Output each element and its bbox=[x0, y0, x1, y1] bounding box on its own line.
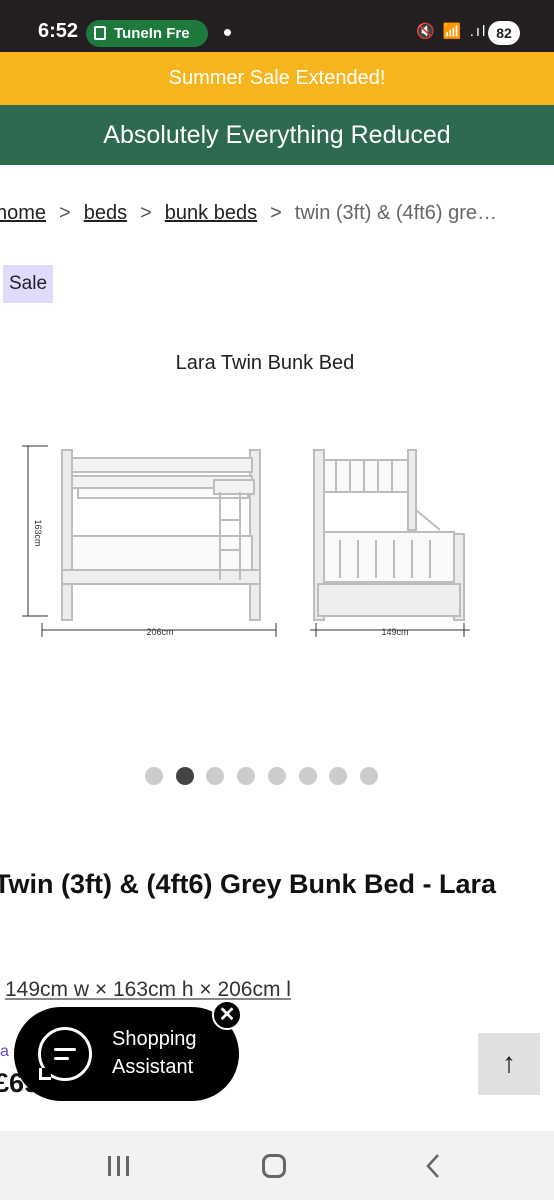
close-assistant-button[interactable]: ✕ bbox=[212, 1000, 242, 1030]
breadcrumb-beds[interactable]: beds bbox=[84, 202, 127, 224]
breadcrumb-separator: > bbox=[140, 202, 152, 224]
sale-badge: Sale bbox=[3, 265, 53, 303]
reduced-banner[interactable]: Absolutely Everything Reduced bbox=[0, 105, 554, 165]
carousel-dot[interactable] bbox=[237, 767, 256, 785]
back-icon[interactable] bbox=[424, 1153, 444, 1179]
carousel-dot[interactable] bbox=[175, 767, 194, 785]
breadcrumb-home[interactable]: home bbox=[0, 202, 46, 224]
width-label: 149cm bbox=[381, 627, 408, 637]
shopping-assistant-button[interactable]: Shopping Assistant bbox=[14, 1007, 239, 1101]
home-icon[interactable] bbox=[262, 1154, 286, 1178]
price-label: a bbox=[0, 1043, 9, 1060]
breadcrumb-current: twin (3ft) & (4ft6) gre… bbox=[294, 202, 498, 224]
recent-apps-icon[interactable] bbox=[108, 1156, 130, 1176]
scroll-to-top-button[interactable]: ↑ bbox=[478, 1033, 540, 1095]
product-image[interactable]: 163cm 206cm 149cm bbox=[0, 420, 554, 650]
status-bar: 6:52 TuneIn Fre 🔇 📶 .ıl 82 bbox=[0, 0, 554, 52]
assistant-label-line2: Assistant bbox=[112, 1056, 194, 1078]
notification-dot bbox=[224, 29, 231, 36]
assistant-label-line1: Shopping bbox=[112, 1028, 197, 1050]
sale-banner[interactable]: Summer Sale Extended! bbox=[0, 52, 554, 105]
status-time: 6:52 bbox=[38, 20, 79, 42]
breadcrumb: home > beds > bunk beds > twin (3ft) & (4ft6) … bbox=[0, 202, 550, 225]
battery-indicator: 82 bbox=[488, 21, 520, 45]
carousel-dot[interactable] bbox=[267, 767, 286, 785]
breadcrumb-separator: > bbox=[270, 202, 282, 224]
tunein-icon bbox=[94, 26, 106, 40]
carousel-dot[interactable] bbox=[298, 767, 317, 785]
breadcrumb-bunk-beds[interactable]: bunk beds bbox=[165, 202, 257, 224]
carousel-dot[interactable] bbox=[329, 767, 348, 785]
tunein-label: TuneIn Fre bbox=[114, 25, 190, 42]
carousel-dot[interactable] bbox=[206, 767, 225, 785]
product-title: Twin (3ft) & (4ft6) Grey Bunk Bed - Lara bbox=[0, 869, 497, 899]
chat-icon bbox=[38, 1027, 92, 1081]
length-label: 206cm bbox=[146, 627, 173, 637]
tunein-notification-pill: TuneIn Fre bbox=[86, 20, 208, 47]
breadcrumb-separator: > bbox=[59, 202, 71, 224]
carousel-dot[interactable] bbox=[145, 767, 163, 785]
height-label: 163cm bbox=[33, 519, 43, 546]
product-dimensions[interactable]: 149cm w × 163cm h × 206cm l bbox=[5, 978, 291, 1002]
connectivity-icons: 🔇 📶 .ıl bbox=[416, 23, 488, 40]
carousel-dot[interactable] bbox=[359, 767, 378, 785]
system-nav-bar bbox=[0, 1131, 554, 1200]
assistant-label: Shopping Assistant bbox=[112, 1025, 197, 1081]
product-image-title: Lara Twin Bunk Bed bbox=[175, 352, 355, 374]
